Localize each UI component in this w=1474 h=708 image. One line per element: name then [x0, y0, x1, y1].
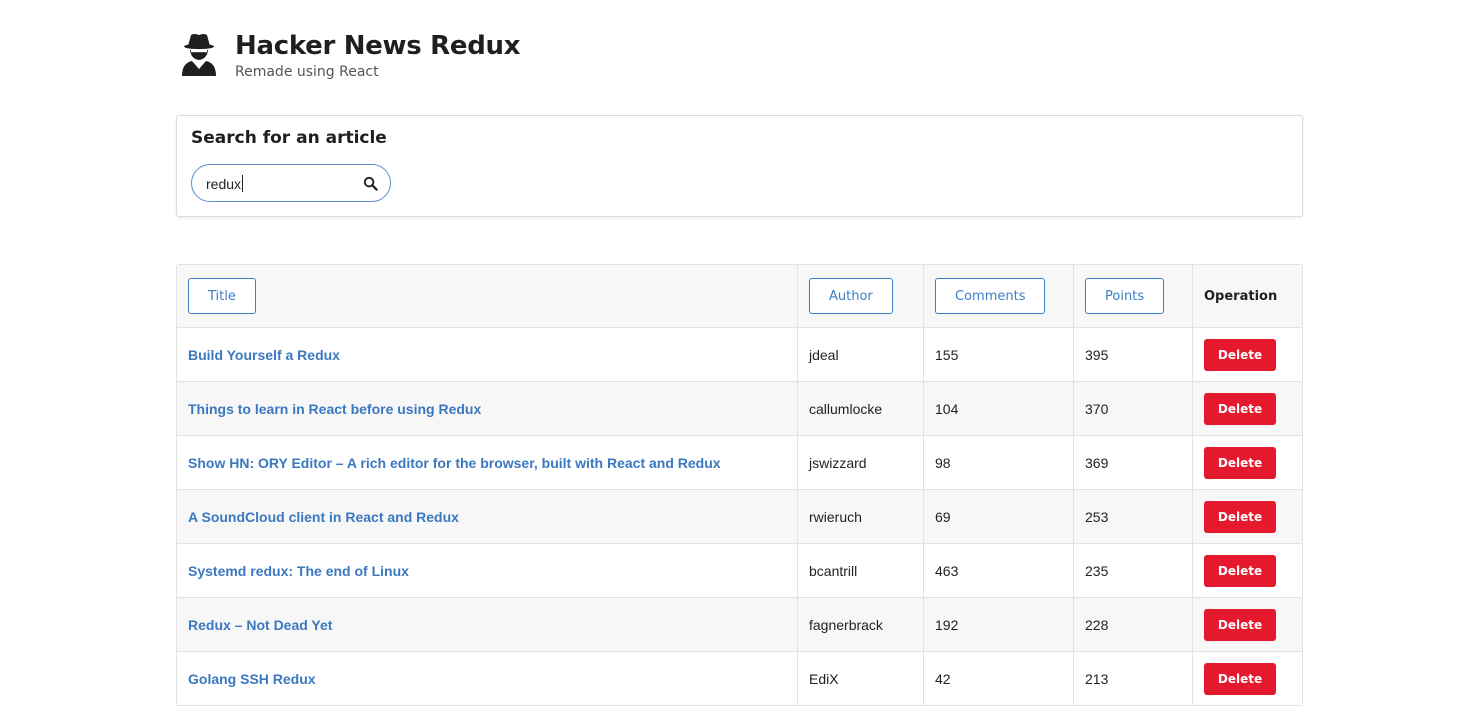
header-cell-comments: Comments [924, 265, 1074, 327]
points-cell: 228 [1074, 598, 1193, 651]
points-cell: 369 [1074, 436, 1193, 489]
comments-cell: 104 [924, 382, 1074, 435]
table-row: Things to learn in React before using Re… [177, 382, 1302, 436]
title-cell: Golang SSH Redux [177, 652, 798, 705]
points-cell: 395 [1074, 328, 1193, 381]
header-cell-points: Points [1074, 265, 1193, 327]
app-subtitle: Remade using React [235, 64, 379, 80]
spy-icon [182, 34, 216, 76]
author-cell: bcantrill [798, 544, 924, 597]
delete-button[interactable]: Delete [1204, 554, 1276, 587]
title-cell: Redux – Not Dead Yet [177, 598, 798, 651]
author-cell: fagnerbrack [798, 598, 924, 651]
points-cell: 370 [1074, 382, 1193, 435]
article-title-link[interactable]: A SoundCloud client in React and Redux [188, 509, 459, 525]
header-cell-operation: Operation [1193, 265, 1302, 327]
article-title-link[interactable]: Show HN: ORY Editor – A rich editor for … [188, 455, 721, 471]
operation-cell: Delete [1193, 436, 1302, 489]
author-cell: EdiX [798, 652, 924, 705]
author-cell: jdeal [798, 328, 924, 381]
article-title-link[interactable]: Redux – Not Dead Yet [188, 617, 332, 633]
operation-cell: Delete [1193, 598, 1302, 651]
operation-cell: Delete [1193, 652, 1302, 705]
header-cell-author: Author [798, 265, 924, 327]
table-header-row: Title Author Comments Points Operation [177, 265, 1302, 328]
table-row: Golang SSH Redux EdiX 42 213 Delete [177, 652, 1302, 706]
table-row: Systemd redux: The end of Linux bcantril… [177, 544, 1302, 598]
delete-button[interactable]: Delete [1204, 446, 1276, 479]
comments-cell: 463 [924, 544, 1074, 597]
table-row: Build Yourself a Redux jdeal 155 395 Del… [177, 328, 1302, 382]
title-cell: A SoundCloud client in React and Redux [177, 490, 798, 543]
title-cell: Show HN: ORY Editor – A rich editor for … [177, 436, 798, 489]
points-cell: 253 [1074, 490, 1193, 543]
search-card: Search for an article [176, 115, 1303, 217]
author-cell: jswizzard [798, 436, 924, 489]
comments-cell: 69 [924, 490, 1074, 543]
delete-button[interactable]: Delete [1204, 500, 1276, 533]
article-title-link[interactable]: Build Yourself a Redux [188, 347, 340, 363]
points-cell: 213 [1074, 652, 1193, 705]
app-title: Hacker News Redux [235, 31, 521, 61]
operation-cell: Delete [1193, 544, 1302, 597]
delete-button[interactable]: Delete [1204, 662, 1276, 695]
operation-cell: Delete [1193, 328, 1302, 381]
articles-table: Title Author Comments Points Operation B… [176, 264, 1303, 706]
delete-button[interactable]: Delete [1204, 392, 1276, 425]
title-block: Hacker News Redux Remade using React [235, 30, 521, 80]
delete-button[interactable]: Delete [1204, 338, 1276, 371]
search-icon[interactable] [363, 176, 378, 191]
points-cell: 235 [1074, 544, 1193, 597]
article-title-link[interactable]: Things to learn in React before using Re… [188, 401, 481, 417]
title-cell: Things to learn in React before using Re… [177, 382, 798, 435]
comments-cell: 155 [924, 328, 1074, 381]
article-title-link[interactable]: Golang SSH Redux [188, 671, 316, 687]
title-cell: Build Yourself a Redux [177, 328, 798, 381]
operation-cell: Delete [1193, 382, 1302, 435]
table-row: Redux – Not Dead Yet fagnerbrack 192 228… [177, 598, 1302, 652]
article-title-link[interactable]: Systemd redux: The end of Linux [188, 563, 409, 579]
sort-title-button[interactable]: Title [188, 278, 256, 314]
author-cell: callumlocke [798, 382, 924, 435]
search-box[interactable] [191, 164, 391, 202]
comments-cell: 98 [924, 436, 1074, 489]
sort-comments-button[interactable]: Comments [935, 278, 1046, 314]
comments-cell: 42 [924, 652, 1074, 705]
delete-button[interactable]: Delete [1204, 608, 1276, 641]
title-cell: Systemd redux: The end of Linux [177, 544, 798, 597]
text-caret [242, 175, 243, 192]
sort-points-button[interactable]: Points [1085, 278, 1165, 314]
header-cell-title: Title [177, 265, 798, 327]
page-header: Hacker News Redux Remade using React [180, 30, 521, 86]
search-heading: Search for an article [191, 128, 387, 148]
operation-label: Operation [1204, 288, 1278, 304]
author-cell: rwieruch [798, 490, 924, 543]
search-input[interactable] [206, 174, 356, 194]
comments-cell: 192 [924, 598, 1074, 651]
sort-author-button[interactable]: Author [809, 278, 893, 314]
table-row: Show HN: ORY Editor – A rich editor for … [177, 436, 1302, 490]
operation-cell: Delete [1193, 490, 1302, 543]
table-row: A SoundCloud client in React and Redux r… [177, 490, 1302, 544]
